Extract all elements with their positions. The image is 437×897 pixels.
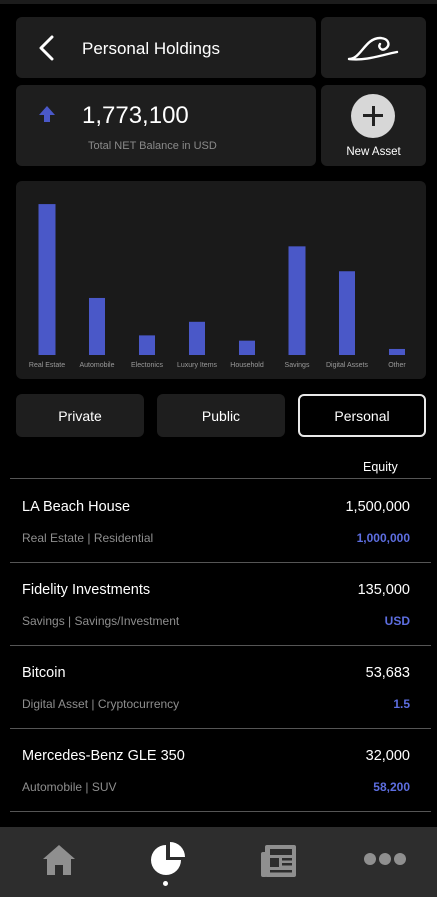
chart-bar	[339, 271, 355, 355]
tab-public[interactable]: Public	[157, 394, 285, 437]
wave-icon	[347, 33, 399, 68]
nav-more[interactable]	[345, 827, 425, 897]
asset-amount: 53,683	[365, 665, 410, 681]
plus-icon	[351, 94, 395, 138]
balance-value: 1,773,100	[82, 102, 189, 129]
page-title: Personal Holdings	[82, 39, 220, 58]
chart-bar	[239, 340, 255, 355]
tab-personal[interactable]: Personal	[298, 394, 426, 437]
new-asset-label: New Asset	[346, 146, 401, 158]
chart-bar	[89, 297, 105, 355]
tab-private[interactable]: Private	[16, 394, 144, 437]
chart-bar	[139, 335, 155, 355]
chart-bar	[288, 246, 306, 355]
balance-label: Total NET Balance in USD	[88, 140, 217, 152]
asset-name: Fidelity Investments	[22, 582, 151, 598]
asset-row-la-beach-house[interactable]: LA Beach House Real Estate | Residential…	[10, 479, 431, 563]
nav-news[interactable]	[238, 827, 318, 897]
tab-label: Personal	[334, 407, 390, 424]
asset-name: LA Beach House	[22, 499, 131, 515]
chart-tick-label: Savings	[285, 362, 310, 369]
holding-type-tabs: Private Public Personal	[16, 394, 426, 437]
asset-equity: 1,000,000	[356, 531, 410, 545]
chart-bar	[389, 348, 405, 355]
newspaper-icon	[261, 845, 296, 877]
asset-category: Digital Asset | Cryptocurrency	[22, 697, 180, 711]
home-icon	[43, 845, 75, 875]
asset-category: Real Estate | Residential	[22, 531, 154, 545]
asset-row-mercedes-benz[interactable]: Mercedes-Benz GLE 350 Automobile | SUV 3…	[10, 728, 431, 812]
chart-tick-label: Digital Assets	[326, 362, 369, 369]
status-bar-strip	[0, 0, 437, 4]
nav-home[interactable]	[19, 827, 99, 897]
chart-tick-label: Household	[230, 362, 264, 369]
asset-amount: 135,000	[357, 582, 410, 598]
chart-tick-label: Automobile	[79, 362, 114, 369]
chart-bar	[189, 321, 205, 355]
asset-name: Bitcoin	[22, 665, 66, 681]
wave-button[interactable]	[321, 17, 426, 78]
page-header: Personal Holdings	[16, 17, 316, 78]
tab-label: Private	[58, 407, 102, 424]
asset-equity: 58,200	[373, 780, 410, 794]
asset-equity: 1.5	[393, 697, 410, 711]
more-icon	[364, 853, 406, 865]
asset-equity: USD	[384, 614, 410, 628]
asset-amount: 1,500,000	[345, 499, 410, 515]
chart-bar	[38, 204, 56, 355]
nav-portfolio[interactable]	[127, 827, 207, 897]
active-nav-indicator	[163, 881, 168, 886]
chart-tick-label: Real Estate	[29, 362, 65, 369]
asset-amount: 32,000	[365, 748, 410, 764]
bottom-nav	[0, 827, 437, 897]
tab-label: Public	[201, 407, 241, 424]
arrow-up-icon	[38, 105, 56, 128]
holdings-bar-chart: Real Estate Automobile Electonics Luxury It…	[16, 181, 426, 379]
asset-row-fidelity-investments[interactable]: Fidelity Investments Savings | Savings/I…	[10, 562, 431, 646]
equity-column-header: Equity	[363, 460, 398, 474]
chart-tick-label: Electonics	[131, 362, 163, 369]
new-asset-button[interactable]: New Asset	[321, 85, 426, 166]
asset-name: Mercedes-Benz GLE 350	[22, 748, 185, 764]
asset-category: Savings | Savings/Investment	[22, 614, 180, 628]
pie-chart-icon	[151, 842, 185, 875]
chart-svg: Real Estate Automobile Electonics Luxury It…	[29, 204, 406, 369]
chart-tick-label: Other	[388, 362, 406, 369]
chart-tick-label: Luxury Items	[177, 362, 218, 369]
asset-row-bitcoin[interactable]: Bitcoin Digital Asset | Cryptocurrency 5…	[10, 645, 431, 729]
back-arrow-icon[interactable]	[36, 35, 60, 66]
asset-category: Automobile | SUV	[22, 780, 117, 794]
balance-card: 1,773,100 Total NET Balance in USD	[16, 85, 316, 166]
